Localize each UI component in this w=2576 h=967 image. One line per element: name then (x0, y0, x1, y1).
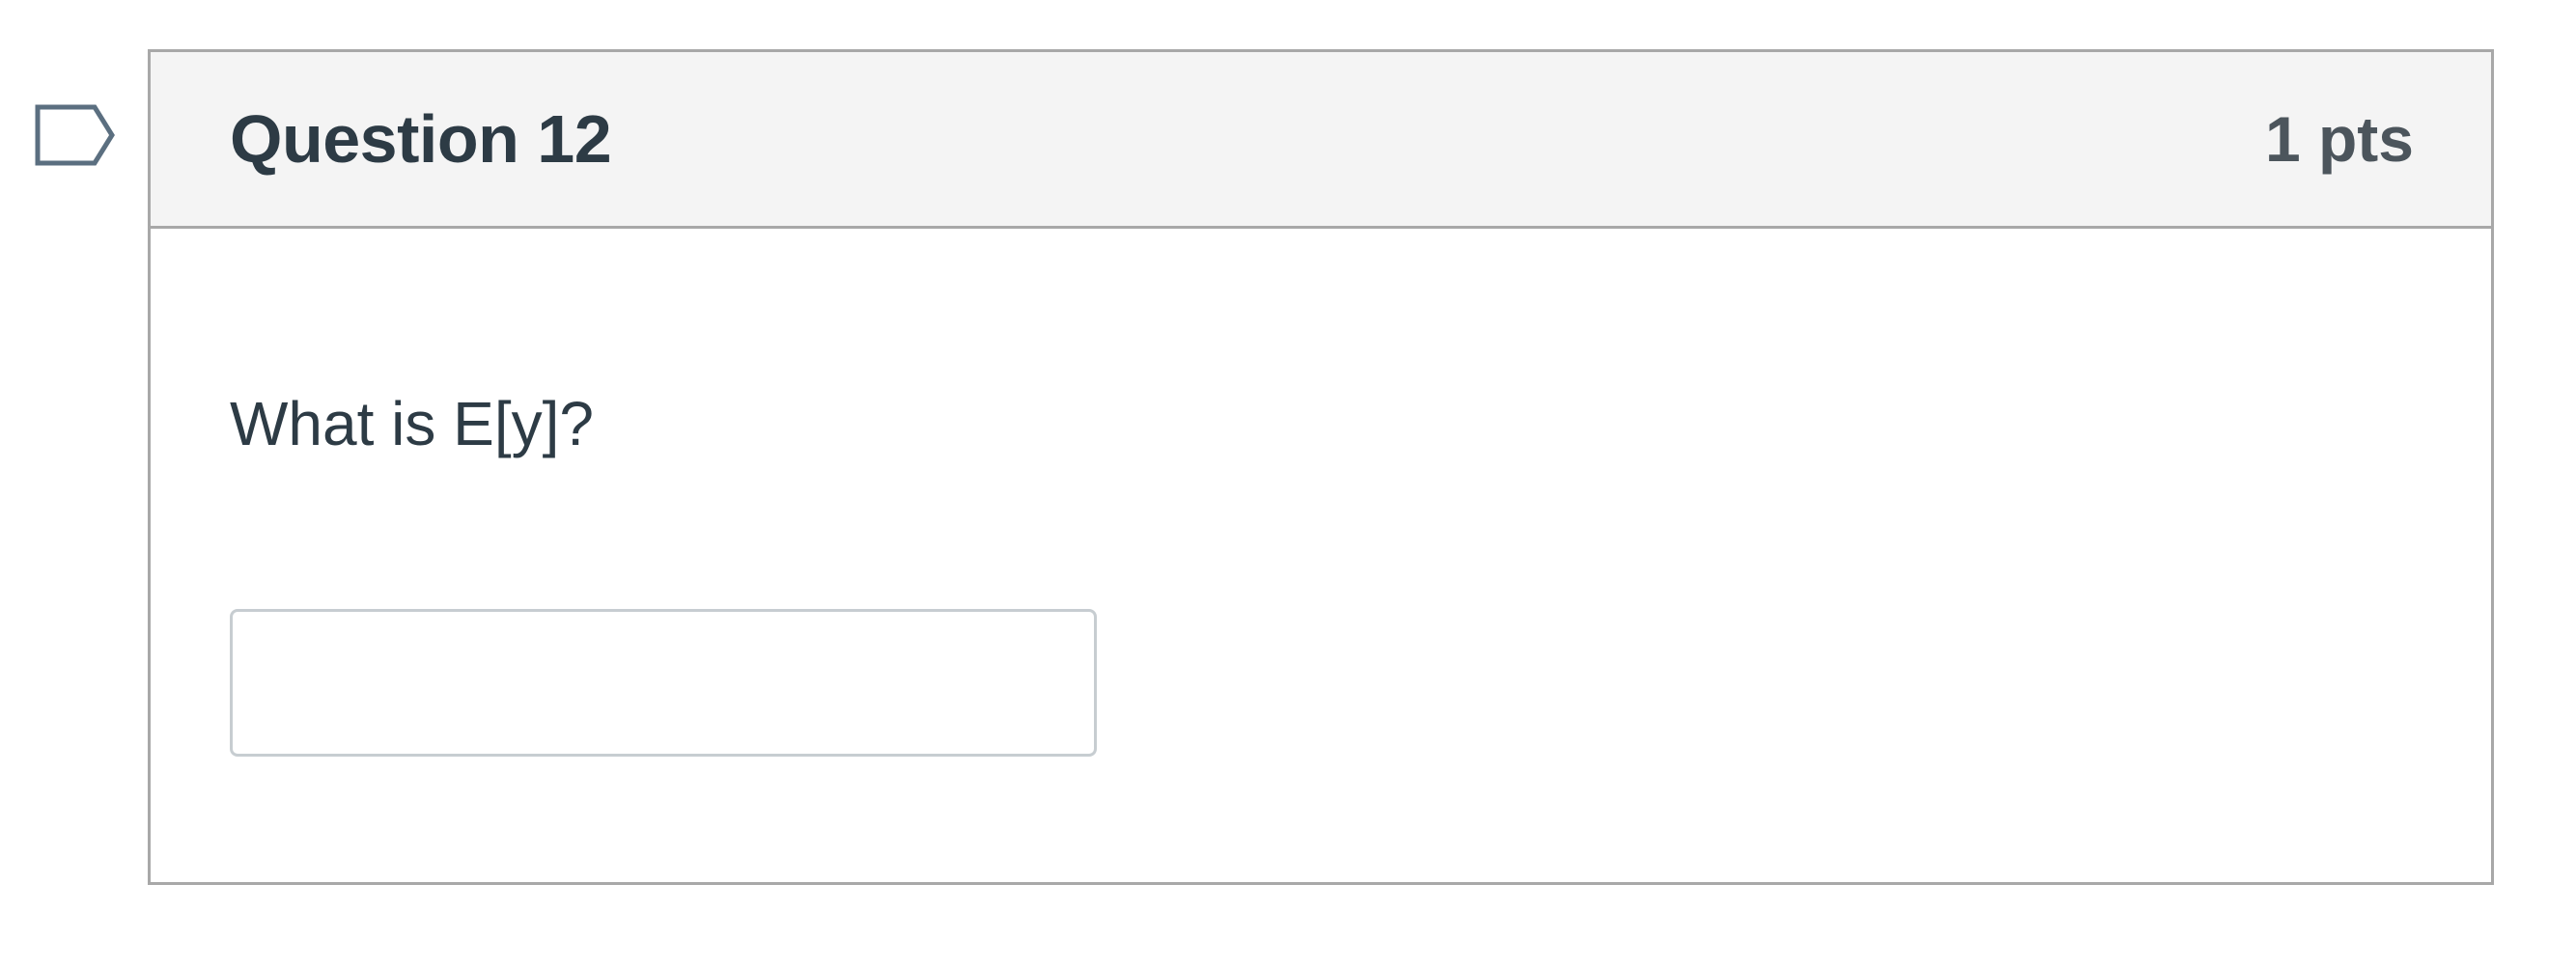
question-title: Question 12 (230, 101, 612, 177)
question-card: Question 12 1 pts What is E[y]? (148, 49, 2494, 885)
flag-question-icon[interactable] (35, 104, 116, 166)
question-text: What is E[y]? (230, 389, 594, 458)
question-header: Question 12 1 pts (151, 52, 2491, 229)
quiz-page: Question 12 1 pts What is E[y]? (0, 0, 2576, 967)
answer-input[interactable] (230, 609, 1097, 757)
question-points: 1 pts (2264, 103, 2414, 175)
question-body: What is E[y]? (151, 229, 2491, 757)
